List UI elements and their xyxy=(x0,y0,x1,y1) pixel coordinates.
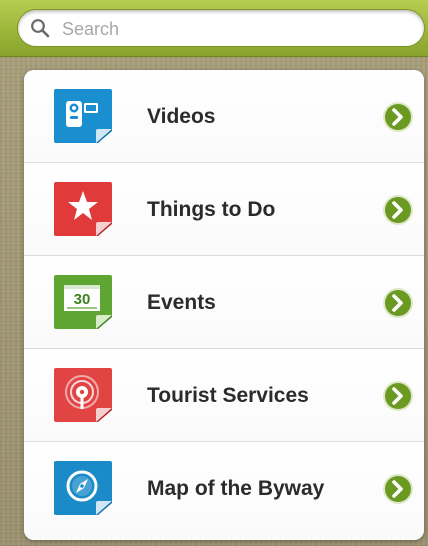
menu-item-videos[interactable]: Videos xyxy=(24,70,424,163)
menu-item-tourist-services[interactable]: Tourist Services xyxy=(24,349,424,442)
compass-icon xyxy=(54,461,112,515)
menu-item-label: Map of the Byway xyxy=(147,477,325,500)
menu-item-label: Tourist Services xyxy=(147,384,309,407)
chevron-right-icon[interactable] xyxy=(382,287,414,319)
menu-item-events[interactable]: 30 Events xyxy=(24,256,424,349)
menu-item-label: Videos xyxy=(147,105,216,128)
menu-item-map-of-the-byway[interactable]: Map of the Byway xyxy=(24,442,424,540)
chevron-right-icon[interactable] xyxy=(382,194,414,226)
chevron-right-icon[interactable] xyxy=(382,473,414,505)
chevron-right-icon[interactable] xyxy=(382,101,414,133)
search-icon xyxy=(31,19,50,38)
search-field[interactable] xyxy=(17,9,425,47)
info-broadcast-icon xyxy=(54,368,112,422)
search-input[interactable] xyxy=(60,14,404,44)
menu-item-label: Events xyxy=(147,291,216,314)
video-camera-icon xyxy=(54,89,112,143)
calendar-icon: 30 xyxy=(54,275,112,329)
search-bar xyxy=(0,0,428,57)
calendar-day-number: 30 xyxy=(74,291,91,308)
chevron-right-icon[interactable] xyxy=(382,380,414,412)
star-icon xyxy=(54,182,112,236)
menu-item-things-to-do[interactable]: Things to Do xyxy=(24,163,424,256)
menu-list: Videos Things to Do 30 Events Tourist Se… xyxy=(24,70,424,540)
menu-item-label: Things to Do xyxy=(147,198,276,221)
